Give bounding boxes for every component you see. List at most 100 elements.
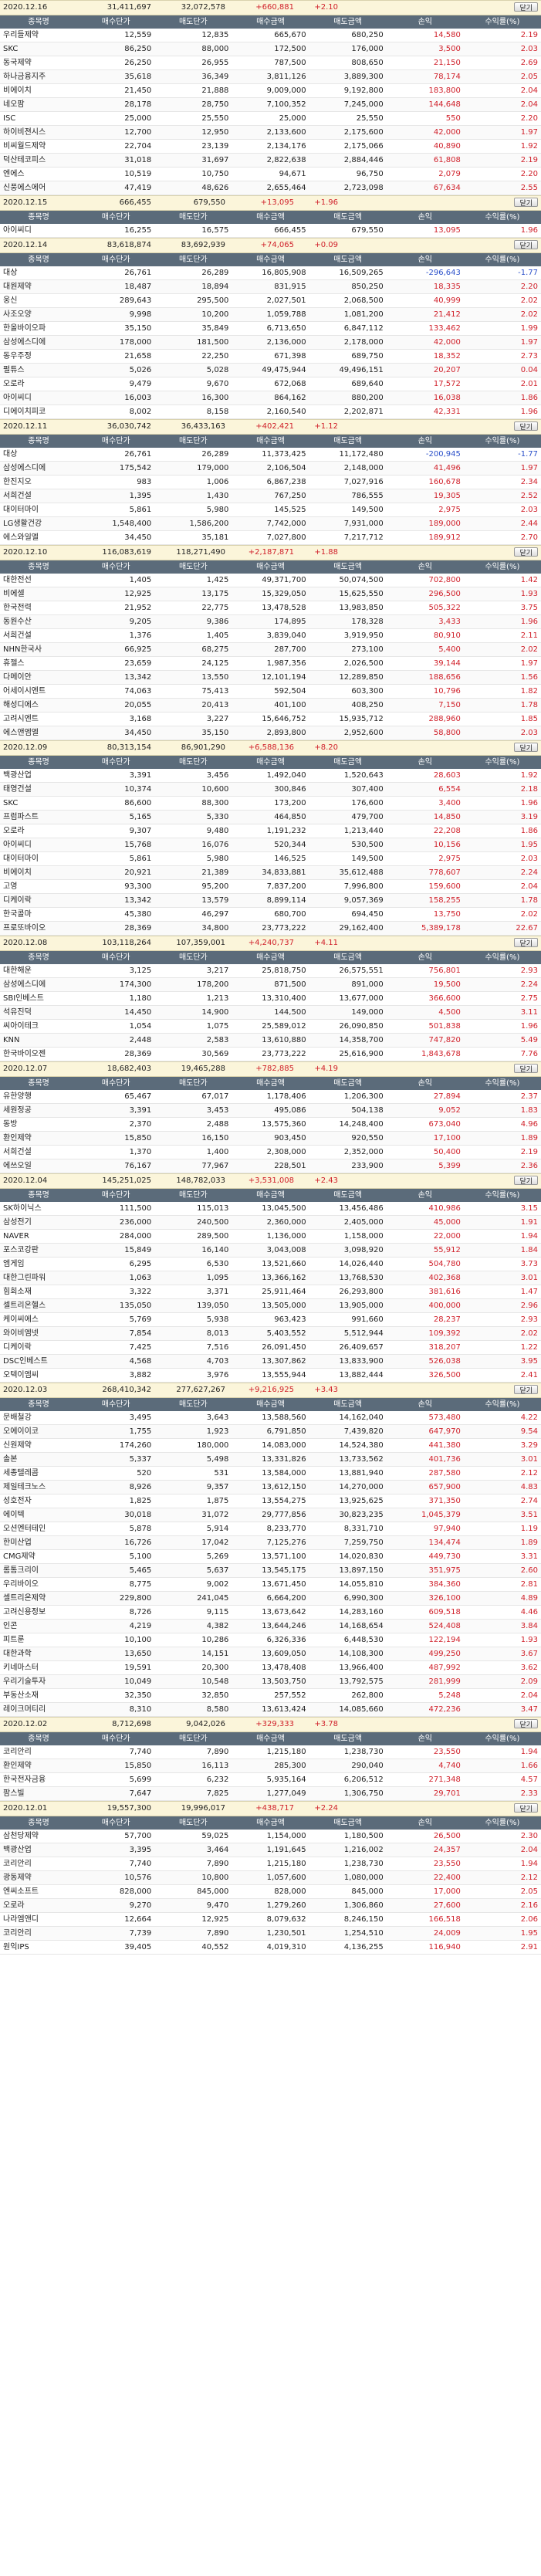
stock-row[interactable]: 와이비엠넷 7,854 8,013 5,403,552 5,512,944 109,392… bbox=[0, 1327, 541, 1341]
stock-row[interactable]: 태영건설 10,374 10,600 300,846 307,400 6,554 2.18 bbox=[0, 783, 541, 797]
stock-row[interactable]: 동국제약 26,250 26,955 787,500 808,650 21,150 2.69 bbox=[0, 56, 541, 70]
stock-row[interactable]: ISC 25,000 25,550 25,000 25,550 550 2.20 bbox=[0, 112, 541, 126]
stock-row[interactable]: 서희건설 1,376 1,405 3,839,040 3,919,950 80,910 2.… bbox=[0, 629, 541, 643]
stock-row[interactable]: 에스앤엠엘 34,450 35,150 2,893,800 2,952,600 58,80… bbox=[0, 726, 541, 740]
stock-row[interactable]: 제일테크노스 8,926 9,357 13,612,150 14,270,000 657,… bbox=[0, 1481, 541, 1494]
stock-row[interactable]: 휴젤스 23,659 24,125 1,987,356 2,026,500 39,144 1… bbox=[0, 657, 541, 671]
stock-row[interactable]: 세원정공 3,391 3,453 495,086 504,138 9,052 1.83 bbox=[0, 1104, 541, 1118]
stock-row[interactable]: 힘회소재 3,322 3,371 25,911,464 26,293,800 381,61… bbox=[0, 1285, 541, 1299]
stock-row[interactable]: 롬톰크리이 5,465 5,637 13,545,175 13,897,150 351,9… bbox=[0, 1564, 541, 1578]
stock-row[interactable]: 하이비젼시스 12,700 12,950 2,133,600 2,175,600 42,0… bbox=[0, 126, 541, 140]
stock-row[interactable]: 솔본 5,337 5,498 13,331,826 13,733,562 401,736 3… bbox=[0, 1453, 541, 1467]
close-button[interactable]: 닫기 bbox=[514, 421, 538, 431]
stock-row[interactable]: 서희건설 1,370 1,400 2,308,000 2,352,000 50,400 2.… bbox=[0, 1146, 541, 1159]
stock-row[interactable]: 코리안리 7,739 7,890 1,230,501 1,254,510 24,009 1.… bbox=[0, 1927, 541, 1941]
stock-row[interactable]: 네오팜 28,178 28,750 7,100,352 7,245,000 144,648… bbox=[0, 98, 541, 112]
stock-row[interactable]: 한국바이오젠 28,369 30,569 23,773,222 25,616,900 1,… bbox=[0, 1048, 541, 1061]
stock-row[interactable]: 우리기술투자 10,049 10,548 13,503,750 13,792,575 28… bbox=[0, 1675, 541, 1689]
close-button[interactable]: 닫기 bbox=[514, 240, 538, 249]
close-button[interactable]: 닫기 bbox=[514, 198, 538, 207]
close-button[interactable]: 닫기 bbox=[514, 1385, 538, 1394]
stock-row[interactable]: 디케이락 13,342 13,579 8,899,114 9,057,369 158,25… bbox=[0, 894, 541, 908]
stock-row[interactable]: 문배철강 3,495 3,643 13,588,560 14,162,040 573,48… bbox=[0, 1411, 541, 1425]
stock-row[interactable]: 삼천당제약 57,700 59,025 1,154,000 1,180,500 26,50… bbox=[0, 1830, 541, 1843]
stock-row[interactable]: 환인제약 15,850 16,150 903,450 920,550 17,100 1.89 bbox=[0, 1132, 541, 1146]
stock-row[interactable]: 성호전자 1,825 1,875 13,554,275 13,925,625 371,35… bbox=[0, 1494, 541, 1508]
stock-row[interactable]: KNN 2,448 2,583 13,610,880 14,358,700 747,820… bbox=[0, 1034, 541, 1048]
stock-row[interactable]: 피트룬 10,100 10,286 6,326,336 6,448,530 122,194… bbox=[0, 1633, 541, 1647]
stock-row[interactable]: 오에이이코 1,755 1,923 6,791,850 7,439,820 647,970… bbox=[0, 1425, 541, 1439]
stock-row[interactable]: 아이씨디 16,255 16,575 666,455 679,550 13,095 1.96 bbox=[0, 224, 541, 238]
stock-row[interactable]: 부동산소재 32,350 32,850 257,552 262,800 5,248 2.04 bbox=[0, 1689, 541, 1703]
stock-row[interactable]: 서희건설 1,395 1,430 767,250 786,555 19,305 2.52 bbox=[0, 489, 541, 503]
stock-row[interactable]: 고려시엔트 3,168 3,227 15,646,752 15,935,712 288,9… bbox=[0, 713, 541, 726]
stock-row[interactable]: 동우주정 21,658 22,250 671,398 689,750 18,352 2.73 bbox=[0, 350, 541, 364]
stock-row[interactable]: 엔씨소프트 828,000 845,000 828,000 845,000 17,000 2… bbox=[0, 1885, 541, 1899]
stock-row[interactable]: SBI인베스트 1,180 1,213 13,310,400 13,677,000 366… bbox=[0, 992, 541, 1006]
stock-row[interactable]: 팜스빌 7,647 7,825 1,277,049 1,306,750 29,701 2.3… bbox=[0, 1787, 541, 1801]
stock-row[interactable]: 사조오양 9,998 10,200 1,059,788 1,081,200 21,412 2… bbox=[0, 308, 541, 322]
stock-row[interactable]: 대이터마이 5,861 5,980 145,525 149,500 2,975 2.03 bbox=[0, 503, 541, 517]
stock-row[interactable]: 에쓰오일 76,167 77,967 228,501 233,900 5,399 2.36 bbox=[0, 1159, 541, 1173]
stock-row[interactable]: 비에셀 12,925 13,175 15,329,050 15,625,550 296,5… bbox=[0, 587, 541, 601]
stock-row[interactable]: 한국콜마 45,380 46,297 680,700 694,450 13,750 2.02 bbox=[0, 908, 541, 922]
stock-row[interactable]: 삼성에스디에 175,542 179,000 2,106,504 2,148,000 41… bbox=[0, 462, 541, 476]
stock-row[interactable]: LG생활건강 1,548,400 1,586,200 7,742,000 7,931,0… bbox=[0, 517, 541, 531]
stock-row[interactable]: 오로라 9,479 9,670 672,068 689,640 17,572 2.01 bbox=[0, 377, 541, 391]
stock-row[interactable]: 코리안리 7,740 7,890 1,215,180 1,238,730 23,550 1.… bbox=[0, 1857, 541, 1871]
stock-row[interactable]: 디케이락 7,425 7,516 26,091,450 26,409,657 318,20… bbox=[0, 1341, 541, 1355]
stock-row[interactable]: 유한양행 65,467 67,017 1,178,406 1,206,300 27,894… bbox=[0, 1090, 541, 1104]
stock-row[interactable]: 석유진덕 14,450 14,900 144,500 149,000 4,500 3.11 bbox=[0, 1006, 541, 1020]
stock-row[interactable]: 오로라 9,270 9,470 1,279,260 1,306,860 27,600 2.1… bbox=[0, 1899, 541, 1913]
stock-row[interactable]: 백광산업 3,395 3,464 1,191,645 1,216,002 24,357 2.… bbox=[0, 1843, 541, 1857]
stock-row[interactable]: 고려신용정보 8,726 9,115 13,673,642 14,283,160 609,… bbox=[0, 1606, 541, 1620]
stock-row[interactable]: 한국전력 21,952 22,775 13,478,528 13,983,850 505,… bbox=[0, 601, 541, 615]
stock-row[interactable]: 프럼파스트 5,165 5,330 464,850 479,700 14,850 3.19 bbox=[0, 811, 541, 824]
stock-row[interactable]: 대이터마이 5,861 5,980 146,525 149,500 2,975 2.03 bbox=[0, 852, 541, 866]
stock-row[interactable]: 펄튜스 5,026 5,028 49,475,944 49,496,151 20,207 0… bbox=[0, 364, 541, 377]
stock-row[interactable]: SK하이닉스 111,500 115,013 13,045,500 13,456,486… bbox=[0, 1202, 541, 1216]
stock-row[interactable]: 대한전선 1,405 1,425 49,371,700 50,074,500 702,80… bbox=[0, 574, 541, 587]
stock-row[interactable]: 에이텍 30,018 31,072 29,777,856 30,823,235 1,045… bbox=[0, 1508, 541, 1522]
stock-row[interactable]: 프로또바이오 28,369 34,800 23,773,222 29,162,400 5,… bbox=[0, 922, 541, 936]
stock-row[interactable]: 아이씨디 15,768 16,076 520,344 530,500 10,156 1.95 bbox=[0, 838, 541, 852]
close-button[interactable]: 닫기 bbox=[514, 2, 538, 12]
stock-row[interactable]: 삼성에스디에 174,300 178,200 871,500 891,000 19,500… bbox=[0, 978, 541, 992]
stock-row[interactable]: 웅신 289,643 295,500 2,027,501 2,068,500 40,999… bbox=[0, 294, 541, 308]
stock-row[interactable]: 케이씨에스 5,769 5,938 963,423 991,660 28,237 2.93 bbox=[0, 1313, 541, 1327]
stock-row[interactable]: 레이크머티리 8,310 8,580 13,613,424 14,085,660 472,… bbox=[0, 1703, 541, 1717]
close-button[interactable]: 닫기 bbox=[514, 1719, 538, 1728]
stock-row[interactable]: 신원제약 174,260 180,000 14,083,000 14,524,380 44… bbox=[0, 1439, 541, 1453]
stock-row[interactable]: 고영 93,300 95,200 7,837,200 7,996,800 159,600 2… bbox=[0, 880, 541, 894]
stock-row[interactable]: 비에이치 20,921 21,389 34,833,881 35,612,488 778,… bbox=[0, 866, 541, 880]
stock-row[interactable]: 셀트리온제약 229,800 241,045 6,664,200 6,990,300 32… bbox=[0, 1592, 541, 1606]
stock-row[interactable]: 비에이치 21,450 21,888 9,009,000 9,192,800 183,80… bbox=[0, 84, 541, 98]
stock-row[interactable]: 한국전자금융 5,699 6,232 5,935,164 6,206,512 271,34… bbox=[0, 1773, 541, 1787]
stock-row[interactable]: 비씨월드제약 22,704 23,139 2,134,176 2,175,066 40,8… bbox=[0, 140, 541, 154]
close-button[interactable]: 닫기 bbox=[514, 1803, 538, 1813]
stock-row[interactable]: 신풍에스에어 47,419 48,626 2,655,464 2,723,098 67,6… bbox=[0, 181, 541, 195]
stock-row[interactable]: 대한그린파워 1,063 1,095 13,366,162 13,768,530 402,… bbox=[0, 1271, 541, 1285]
stock-row[interactable]: 해성디에스 20,055 20,413 401,100 408,250 7,150 1.78 bbox=[0, 699, 541, 713]
stock-row[interactable]: CMG제약 5,100 5,269 13,571,100 14,020,830 449,7… bbox=[0, 1550, 541, 1564]
stock-row[interactable]: 인콘 4,219 4,382 13,644,246 14,168,654 524,408 3… bbox=[0, 1620, 541, 1633]
stock-row[interactable]: 세종텔레콤 520 531 13,584,000 13,881,940 287,580 2.… bbox=[0, 1467, 541, 1481]
stock-row[interactable]: 삼성에스디에 178,000 181,500 2,136,000 2,178,000 42… bbox=[0, 336, 541, 350]
stock-row[interactable]: 엠게임 6,295 6,530 13,521,660 14,026,440 504,780… bbox=[0, 1258, 541, 1271]
stock-row[interactable]: 우리들제약 12,559 12,835 665,670 680,250 14,580 2.1… bbox=[0, 29, 541, 42]
stock-row[interactable]: 대상 26,761 26,289 11,373,425 11,172,480 -200,9… bbox=[0, 448, 541, 462]
stock-row[interactable]: 동방 2,370 2,488 13,575,360 14,248,400 673,040 4… bbox=[0, 1118, 541, 1132]
stock-row[interactable]: NHN한국사 66,925 68,275 287,700 273,100 5,400 2.0… bbox=[0, 643, 541, 657]
stock-row[interactable]: 삼성전기 236,000 240,500 2,360,000 2,405,000 45,0… bbox=[0, 1216, 541, 1230]
stock-row[interactable]: 다메이안 13,342 13,550 12,101,194 12,289,850 188,… bbox=[0, 671, 541, 685]
stock-row[interactable]: 원익IPS 39,405 40,552 4,019,310 4,136,255 116,9… bbox=[0, 1941, 541, 1955]
stock-row[interactable]: 코리안리 7,740 7,890 1,215,180 1,238,730 23,550 1.… bbox=[0, 1745, 541, 1759]
stock-row[interactable]: 환인제약 15,850 16,113 285,300 290,040 4,740 1.66 bbox=[0, 1759, 541, 1773]
stock-row[interactable]: 포스코강판 15,849 16,140 3,043,008 3,098,920 55,91… bbox=[0, 1244, 541, 1258]
stock-row[interactable]: 셀트리온헬스 135,050 139,050 13,505,000 13,905,000… bbox=[0, 1299, 541, 1313]
stock-row[interactable]: 키네마스터 19,591 20,300 13,478,408 13,966,400 487… bbox=[0, 1661, 541, 1675]
stock-row[interactable]: 광동제약 10,576 10,800 1,057,600 1,080,000 22,400… bbox=[0, 1871, 541, 1885]
close-button[interactable]: 닫기 bbox=[514, 1176, 538, 1185]
stock-row[interactable]: 오텍이엠씨 3,882 3,976 13,555,944 13,882,444 326,5… bbox=[0, 1369, 541, 1383]
stock-row[interactable]: 엔에스 10,519 10,750 94,671 96,750 2,079 2.20 bbox=[0, 168, 541, 181]
